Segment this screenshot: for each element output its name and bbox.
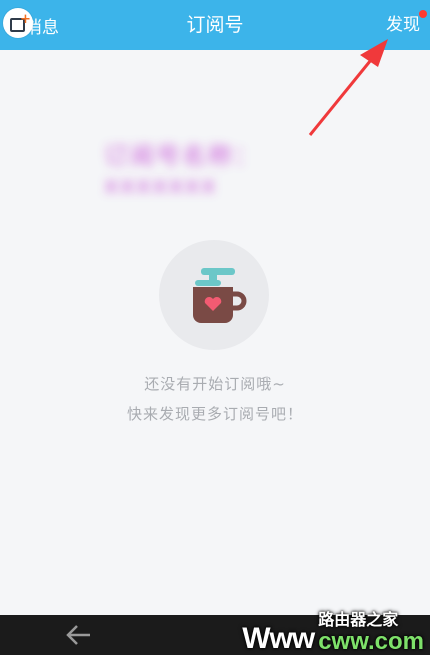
app-badge-icon: + <box>3 8 33 38</box>
coffee-cup-icon <box>193 268 247 323</box>
back-arrow-icon[interactable] <box>60 622 96 648</box>
watermark-site-bottom: cww.com <box>318 628 424 655</box>
watermark-www: Www <box>242 622 315 655</box>
site-watermark: Www 路由器之家 cww.com <box>242 613 424 655</box>
watermark-site-top: 路由器之家 <box>318 612 399 629</box>
notification-dot <box>419 10 427 18</box>
empty-state-illustration <box>159 240 269 350</box>
watermark-site: 路由器之家 cww.com <box>318 613 424 655</box>
red-arrow-annotation-icon <box>308 39 388 136</box>
empty-message-line2: 快来发现更多订阅号吧！ <box>126 405 303 423</box>
empty-message-line1: 还没有开始订阅哦~ <box>144 375 286 393</box>
app-badge-plus: + <box>20 12 31 27</box>
bottom-navigation-bar: Www 路由器之家 cww.com <box>0 613 430 655</box>
blurred-account-name: 订阅号名称：xxxxxxx <box>104 141 260 199</box>
